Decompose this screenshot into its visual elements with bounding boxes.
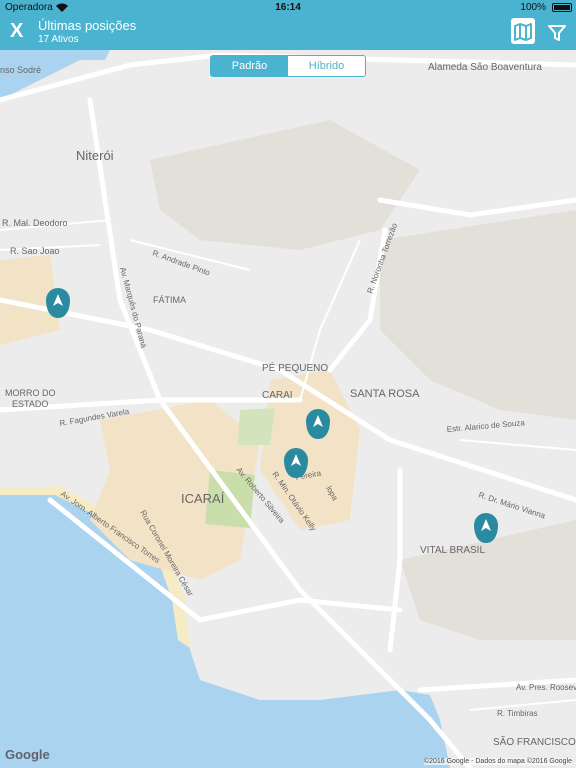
map-type-standard[interactable]: Padrão [211,56,288,76]
vehicle-pin[interactable] [474,513,498,543]
map-label: SANTA ROSA [350,388,420,400]
vehicle-pin[interactable] [306,409,330,439]
map-label: ESTADO [12,399,48,409]
map-view-button[interactable] [511,18,535,44]
park [238,408,275,445]
map-type-hybrid[interactable]: Híbrido [288,56,365,76]
page-title: Últimas posições [38,18,137,33]
google-logo: Google [5,747,50,762]
battery-percent: 100% [520,2,546,13]
nav-bar: X Últimas posições 17 Ativos [0,16,576,50]
map-label: R. Sao Joao [10,246,60,256]
filter-icon[interactable] [548,24,566,42]
vehicle-pin[interactable] [46,288,70,318]
map-label: PÉ PEQUENO [262,361,328,374]
map-attribution: ©2016 Google - Dados do mapa ©2016 Googl… [423,758,572,765]
vehicle-pin[interactable] [284,448,308,478]
map-label: Alameda São Boaventura [428,62,542,73]
map-label: CARAI [262,390,293,401]
battery-icon [552,3,572,12]
map-label: SÃO FRANCISCO [493,735,576,748]
status-bar: Operadora 16:14 100% [0,0,576,16]
map-label: R. Timbiras [497,709,537,718]
map-label: ICARAÍ [181,491,225,506]
map-label: Niterói [76,148,114,163]
map-label: nso Sodré [0,65,41,75]
active-count: 17 Ativos [38,34,79,45]
map-canvas[interactable]: Niterói nso Sodré Alameda São Boaventura… [0,50,576,768]
close-button[interactable]: X [10,20,23,43]
map-icon [514,23,532,41]
map-label: MORRO DO [5,388,56,398]
map-label: R. Mal. Deodoro [2,218,68,228]
status-time: 16:14 [275,2,301,13]
map-label: Av. Pres. Roosevel [516,683,576,692]
map-type-toggle: Padrão Híbrido [210,55,366,77]
map-label: VITAL BRASIL [420,545,485,556]
map-label: FÁTIMA [153,295,186,305]
